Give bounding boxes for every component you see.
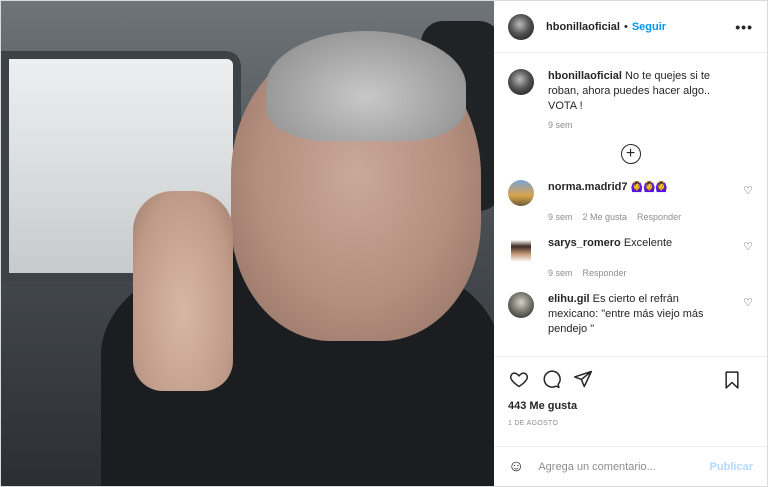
comment-text: elihu.gil Es cierto el refrán mexicano: …	[548, 292, 728, 337]
caption-text: hbonillaoficial No te quejes si te roban…	[548, 69, 728, 114]
bookmark-icon[interactable]	[721, 369, 743, 391]
comment-text: norma.madrid7 🙆‍♀️🙆‍♀️🙆‍♀️	[548, 180, 728, 195]
comment-time[interactable]: 9 sem	[548, 212, 573, 222]
reply-button[interactable]: Responder	[637, 212, 681, 222]
comment-likes[interactable]: 2 Me gusta	[583, 212, 628, 222]
caption-username[interactable]: hbonillaoficial	[548, 70, 622, 82]
comment-username[interactable]: sarys_romero	[548, 237, 621, 249]
author-username[interactable]: hbonillaoficial	[546, 21, 620, 33]
comment-icon[interactable]	[540, 368, 562, 390]
caption-row: hbonillaoficial No te quejes si te roban…	[508, 69, 753, 114]
author-avatar[interactable]	[508, 13, 534, 40]
commenter-avatar[interactable]	[508, 180, 534, 206]
comment-username[interactable]: elihu.gil	[548, 293, 590, 305]
comment-meta: 9 sem Responder	[548, 268, 753, 278]
smile-icon[interactable]: ☺	[508, 458, 524, 476]
more-options-icon[interactable]: •••	[735, 19, 753, 35]
heart-icon[interactable]	[508, 368, 530, 390]
comment-meta: 9 sem 2 Me gusta Responder	[548, 212, 753, 222]
author-avatar-small[interactable]	[508, 69, 534, 95]
separator-dot: •	[623, 20, 628, 33]
post-sidebar: hbonillaoficial • Seguir ••• hbonillaofi…	[494, 1, 767, 486]
commenter-avatar[interactable]	[508, 292, 534, 318]
heart-icon[interactable]: ♡	[743, 184, 753, 197]
comment-text: sarys_romero Excelente	[548, 236, 728, 251]
post-header: hbonillaoficial • Seguir •••	[494, 1, 767, 53]
plus-circle-icon[interactable]: +	[620, 144, 641, 164]
comment-body: 🙆‍♀️🙆‍♀️🙆‍♀️	[630, 182, 668, 193]
commenter-avatar[interactable]	[511, 236, 531, 262]
thumbs-up-hand	[133, 191, 233, 391]
comment-username[interactable]: norma.madrid7	[548, 181, 627, 193]
reply-button[interactable]: Responder	[583, 268, 627, 278]
comment-row: sarys_romero Excelente ♡	[508, 236, 753, 262]
post-actions	[494, 356, 767, 400]
person-hair	[266, 31, 466, 141]
instagram-post: hbonillaoficial • Seguir ••• hbonillaofi…	[0, 0, 768, 487]
post-photo[interactable]	[1, 1, 494, 486]
share-icon[interactable]	[572, 368, 594, 390]
post-date[interactable]: 1 DE AGOSTO	[494, 420, 767, 446]
comment-time[interactable]: 9 sem	[548, 268, 573, 278]
caption-meta: 9 sem	[548, 120, 753, 130]
heart-icon[interactable]: ♡	[743, 296, 753, 309]
follow-button[interactable]: Seguir	[632, 21, 666, 33]
comment-row: elihu.gil Es cierto el refrán mexicano: …	[508, 292, 753, 337]
caption-time[interactable]: 9 sem	[548, 120, 573, 130]
comment-composer: ☺ Publicar	[494, 446, 767, 486]
heart-icon[interactable]: ♡	[743, 240, 753, 253]
comment-input[interactable]	[538, 460, 710, 473]
comments-section: hbonillaoficial No te quejes si te roban…	[494, 53, 767, 356]
comment-row: norma.madrid7 🙆‍♀️🙆‍♀️🙆‍♀️ ♡	[508, 180, 753, 206]
likes-count[interactable]: 443 Me gusta	[494, 400, 767, 420]
publish-button[interactable]: Publicar	[710, 461, 753, 473]
comment-body: Excelente	[623, 237, 673, 249]
